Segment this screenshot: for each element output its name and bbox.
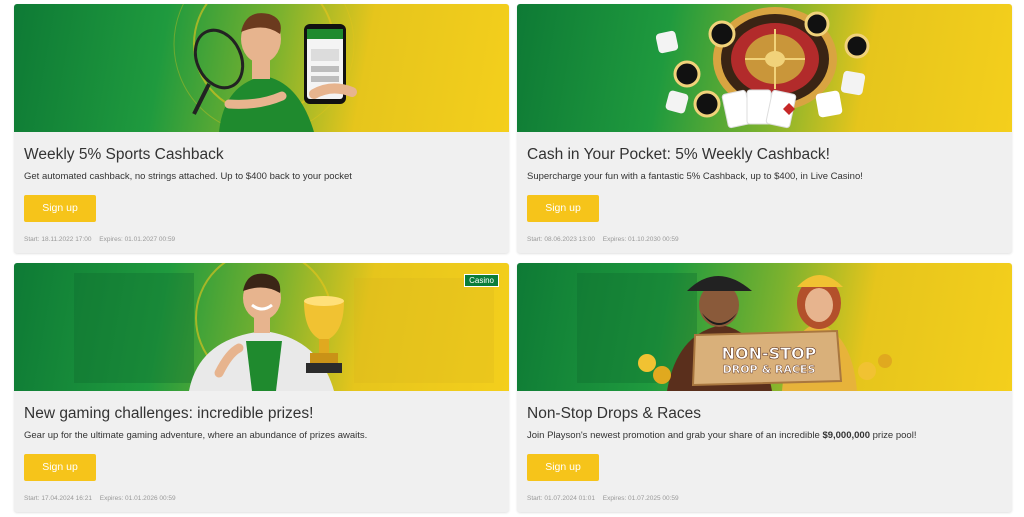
promo-dates: Start: 18.11.2022 17:00 Expires: 01.01.2…: [24, 236, 499, 243]
promo-start: Start: 17.04.2024 16:21: [24, 495, 92, 502]
promo-banner-drops-races: NON-STOP DROP & RACES: [517, 263, 1012, 391]
promo-dates: Start: 08.06.2023 13:00 Expires: 01.10.2…: [527, 236, 1002, 243]
promo-banner-sports-cashback: [14, 4, 509, 132]
promo-banner-live-casino-cashback: [517, 4, 1012, 132]
promo-start: Start: 18.11.2022 17:00: [24, 236, 92, 243]
promo-card: Casino New gaming challenges: incredible…: [14, 263, 509, 512]
sign-up-button[interactable]: Sign up: [527, 195, 599, 222]
prize-pool-amount: $9,000,000: [822, 430, 870, 441]
promo-title: Weekly 5% Sports Cashback: [24, 146, 224, 163]
promo-description: Join Playson's newest promotion and grab…: [527, 430, 1002, 442]
promotions-grid: Weekly 5% Sports Cashback Get automated …: [14, 4, 1012, 514]
promo-expires: Expires: 01.01.2026 00:59: [99, 495, 176, 502]
promo-description: Gear up for the ultimate gaming adventur…: [24, 430, 368, 441]
promo-dates: Start: 17.04.2024 16:21 Expires: 01.01.2…: [24, 495, 499, 502]
promo-expires: Expires: 01.01.2027 00:59: [99, 236, 176, 243]
man-with-trophy-illustration: [74, 263, 494, 391]
promo-title: Cash in Your Pocket: 5% Weekly Cashback!: [527, 146, 830, 163]
promo-start: Start: 08.06.2023 13:00: [527, 236, 595, 243]
promo-card: Weekly 5% Sports Cashback Get automated …: [14, 4, 509, 253]
promo-expires: Expires: 01.10.2030 00:59: [602, 236, 679, 243]
promo-description: Supercharge your fun with a fantastic 5%…: [527, 171, 863, 182]
category-tag-casino: Casino: [464, 274, 499, 287]
sign-up-button[interactable]: Sign up: [24, 195, 96, 222]
sign-up-button[interactable]: Sign up: [527, 454, 599, 481]
promo-card: Cash in Your Pocket: 5% Weekly Cashback!…: [517, 4, 1012, 253]
promo-card: NON-STOP DROP & RACES Non-Stop Drops & R…: [517, 263, 1012, 512]
promo-dates: Start: 01.07.2024 01:01 Expires: 01.07.2…: [527, 495, 1002, 502]
promo-start: Start: 01.07.2024 01:01: [527, 495, 595, 502]
promo-banner-gaming-challenges: Casino: [14, 263, 509, 391]
promo-title: Non-Stop Drops & Races: [527, 405, 702, 422]
promo-description: Get automated cashback, no strings attac…: [24, 171, 352, 182]
promo-description-suffix: prize pool!: [869, 430, 917, 441]
roulette-illustration: [655, 7, 870, 129]
promo-expires: Expires: 01.07.2025 00:59: [602, 495, 679, 502]
promo-description-text: Join Playson's newest promotion and grab…: [527, 430, 823, 441]
banner-text-nonstop: NON-STOP: [721, 344, 817, 363]
sign-up-button[interactable]: Sign up: [24, 454, 96, 481]
man-with-phone-illustration: [173, 4, 357, 132]
banner-text-drop-races: DROP & RACES: [722, 363, 816, 376]
promo-title: New gaming challenges: incredible prizes…: [24, 405, 314, 422]
